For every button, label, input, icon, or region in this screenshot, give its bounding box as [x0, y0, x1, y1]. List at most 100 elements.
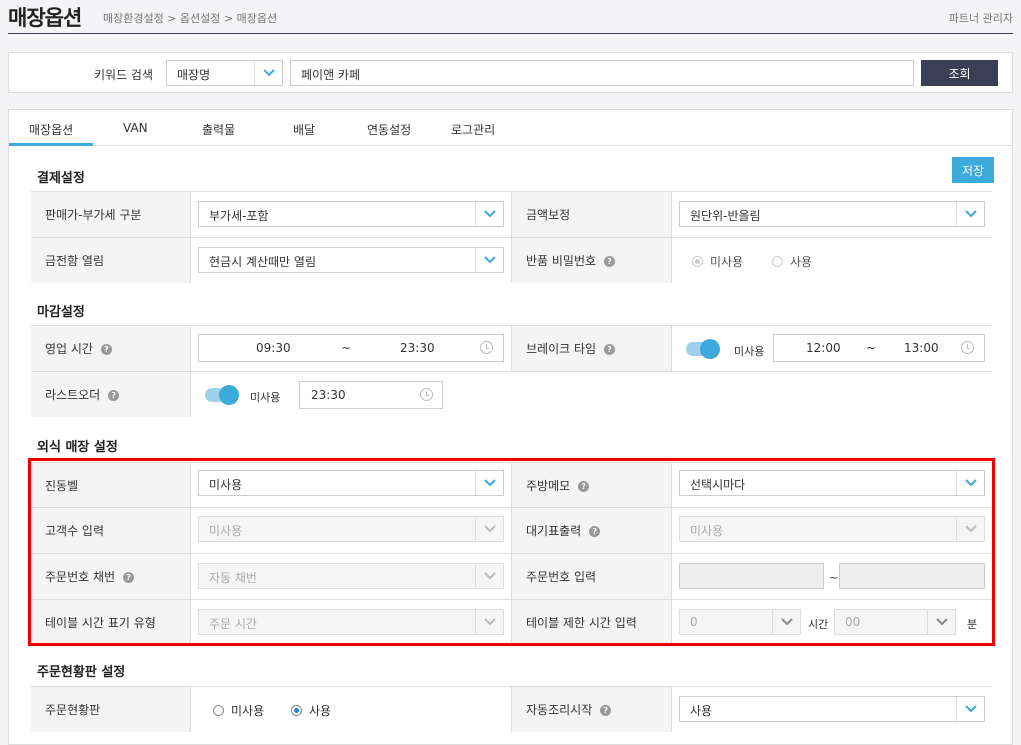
tab-bar: 매장옵션 VAN 출력물 배달 연동설정 로그관리 [9, 110, 1012, 146]
table-time-select[interactable]: 주문 시간 [198, 609, 504, 635]
min-unit: 분 [967, 618, 978, 631]
limit-hour-value: 0 [690, 615, 698, 629]
main-panel: 매장옵션 VAN 출력물 배달 연동설정 로그관리 저장 결제설정 판매가-부가… [8, 109, 1013, 745]
help-icon[interactable]: ? [108, 390, 120, 401]
guest-count-value: 미사용 [209, 524, 243, 538]
order-num-start-input[interactable] [679, 563, 824, 589]
waiting-value: 미사용 [690, 524, 724, 538]
break-time-toggle[interactable] [686, 339, 720, 359]
last-order-toggle[interactable] [205, 385, 239, 405]
rounding-label: 금액보정 [526, 208, 571, 222]
board-radio-off[interactable]: 미사용 [213, 702, 264, 719]
last-order-toggle-text: 미사용 [250, 391, 281, 404]
tax-value: 부가세-포함 [209, 209, 269, 223]
save-button[interactable]: 저장 [952, 157, 994, 183]
bell-select[interactable]: 미사용 [198, 470, 504, 496]
waiting-select[interactable]: 미사용 [679, 516, 985, 542]
kitchen-memo-label-cell: 주방메모? [511, 463, 672, 508]
tab-store-options[interactable]: 매장옵션 [29, 121, 73, 138]
help-icon[interactable]: ? [600, 705, 612, 716]
partner-admin-link[interactable]: 파트너 관리자 [949, 10, 1013, 26]
hours-label-cell: 영업 시간? [31, 326, 191, 371]
kitchen-memo-select[interactable]: 선택시마다 [679, 470, 985, 496]
radio-dot [692, 256, 703, 267]
radio-label: 사용 [790, 255, 813, 269]
drawer-select[interactable]: 현금시 계산때만 열림 [198, 247, 504, 273]
help-icon[interactable]: ? [589, 526, 601, 537]
tax-label: 판매가-부가세 구분 [45, 208, 142, 222]
waiting-label-cell: 대기표출력? [511, 508, 672, 553]
closing-row-1: 영업 시간? 09:30 ~ 23:30 브레이크 타임? 미사용 12:00 … [31, 325, 992, 371]
table-time-label: 테이블 시간 표기 유형 [45, 616, 156, 630]
drawer-value: 현금시 계산때만 열림 [209, 255, 316, 269]
chevron-down-icon [475, 610, 503, 634]
last-order-time-input[interactable]: 23:30 [299, 381, 443, 409]
tab-log[interactable]: 로그관리 [451, 121, 495, 138]
chevron-down-icon [475, 517, 503, 541]
page-title: 매장옵션 [8, 6, 82, 30]
table-time-value: 주문 시간 [209, 617, 257, 631]
last-order-label: 라스트오더 [45, 388, 101, 402]
order-num-select[interactable]: 자동 채번 [198, 563, 504, 589]
order-num-end-input[interactable] [839, 563, 985, 589]
help-icon[interactable]: ? [100, 344, 112, 355]
help-icon[interactable]: ? [604, 256, 616, 267]
limit-hour-select[interactable]: 0 [679, 609, 801, 635]
break-label-cell: 브레이크 타임? [511, 326, 672, 371]
break-time-input[interactable]: 12:00 ~ 13:00 [773, 334, 985, 362]
order-input-label-cell: 주문번호 입력 [511, 554, 672, 599]
board-radio-on[interactable]: 사용 [291, 702, 331, 719]
help-icon[interactable]: ? [123, 572, 135, 583]
break-label: 브레이크 타임 [526, 342, 597, 356]
last-order-value-cell: 미사용 23:30 [191, 372, 992, 417]
hours-label: 영업 시간 [45, 342, 93, 356]
refund-pw-radio-off[interactable]: 미사용 [692, 253, 743, 270]
board-value-cell: 미사용 사용 [191, 687, 511, 732]
bell-value-cell: 미사용 [191, 463, 511, 508]
search-type-select[interactable]: 매장명 [166, 60, 283, 86]
radio-label: 미사용 [710, 255, 744, 269]
order-board-section-title: 주문현황판 설정 [37, 665, 126, 680]
auto-cook-select[interactable]: 사용 [679, 696, 985, 722]
chevron-down-icon [956, 471, 984, 495]
table-limit-label-cell: 테이블 제한 시간 입력 [511, 600, 672, 645]
tab-van[interactable]: VAN [123, 121, 148, 135]
closing-row-2: 라스트오더? 미사용 23:30 [31, 371, 992, 417]
tab-printouts[interactable]: 출력물 [202, 121, 235, 138]
range-separator: ~ [829, 571, 839, 584]
business-hours-input[interactable]: 09:30 ~ 23:30 [198, 334, 504, 362]
help-icon[interactable]: ? [604, 344, 616, 355]
radio-dot [213, 705, 224, 716]
refund-pw-radio-on[interactable]: 사용 [772, 253, 812, 270]
radio-dot [291, 705, 302, 716]
chevron-down-icon [254, 61, 282, 85]
rounding-select[interactable]: 원단위-반올림 [679, 201, 985, 227]
table-time-value-cell: 주문 시간 [191, 600, 511, 645]
help-icon[interactable]: ? [578, 481, 590, 492]
order-num-value-cell: 자동 채번 [191, 554, 511, 599]
tab-integration[interactable]: 연동설정 [367, 121, 411, 138]
drawer-label-cell: 금전함 열림 [31, 238, 191, 283]
chevron-down-icon [475, 202, 503, 226]
rounding-value: 원단위-반올림 [690, 209, 761, 223]
tax-value-cell: 부가세-포함 [191, 192, 511, 237]
last-order-time: 23:30 [311, 388, 346, 402]
break-value-cell: 미사용 12:00 ~ 13:00 [672, 326, 992, 371]
tax-label-cell: 판매가-부가세 구분 [31, 192, 191, 237]
guest-count-label: 고객수 입력 [45, 524, 105, 538]
closing-section-title: 마감설정 [37, 305, 85, 320]
search-button[interactable]: 조회 [921, 60, 998, 86]
chevron-down-icon [475, 471, 503, 495]
order-num-label: 주문번호 채번 [45, 570, 116, 584]
guest-count-select[interactable]: 미사용 [198, 516, 504, 542]
tab-delivery[interactable]: 배달 [293, 121, 315, 138]
refund-pw-label-cell: 반품 비밀번호? [511, 238, 672, 283]
chevron-down-icon [956, 697, 984, 721]
clock-icon [961, 341, 974, 354]
toggle-knob [219, 385, 239, 405]
tax-select[interactable]: 부가세-포함 [198, 201, 504, 227]
search-keyword-input[interactable]: 페이앤 카페 [290, 60, 914, 86]
break-start: 12:00 [806, 341, 841, 355]
rounding-value-cell: 원단위-반올림 [672, 192, 992, 237]
limit-min-select[interactable]: 00 [834, 609, 956, 635]
